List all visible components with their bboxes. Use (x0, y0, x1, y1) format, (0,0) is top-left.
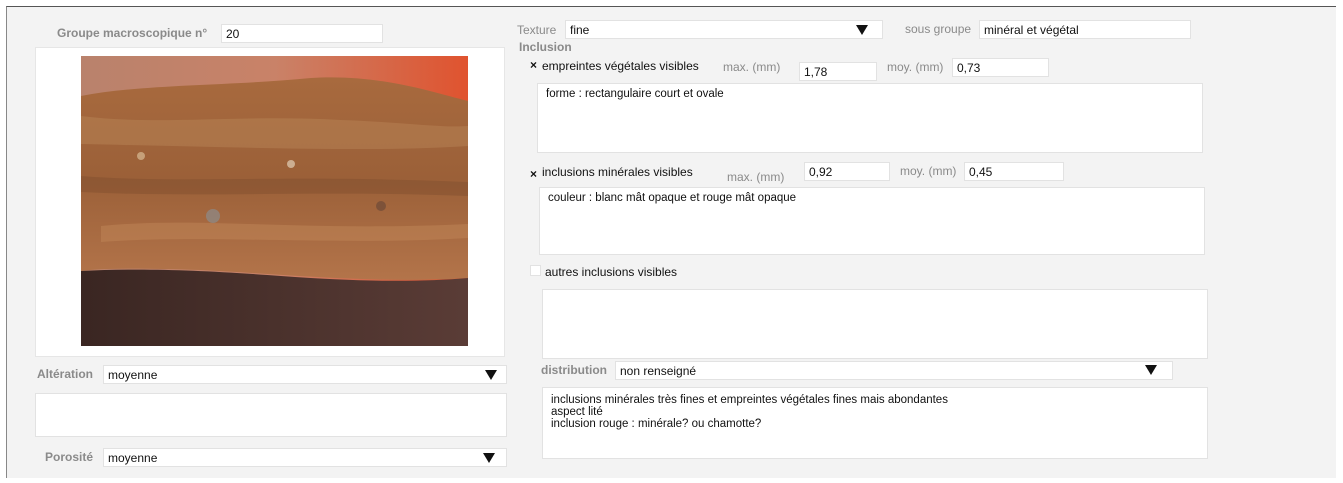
porosite-select[interactable]: moyenne (103, 448, 507, 467)
vegetales-moy-label: moy. (mm) (887, 60, 944, 74)
texture-select[interactable]: fine (565, 20, 883, 39)
autres-notes[interactable] (542, 289, 1208, 359)
vegetales-moy-field[interactable]: 0,73 (952, 58, 1049, 77)
sous-groupe-label: sous groupe (905, 22, 972, 36)
dropdown-arrow-icon[interactable] (856, 25, 868, 35)
vegetales-label: empreintes végétales visibles (542, 59, 699, 73)
minerales-label: inclusions minérales visibles (542, 165, 693, 179)
minerales-max-label: max. (mm) (727, 170, 785, 184)
autres-checkbox[interactable] (530, 265, 541, 276)
dropdown-arrow-icon[interactable] (1145, 365, 1157, 375)
alteration-select[interactable]: moyenne (103, 365, 507, 384)
record-form: Groupe macroscopique n° 20 Altération mo… (6, 6, 1336, 478)
sous-groupe-field[interactable]: minéral et végétal (979, 20, 1191, 39)
distribution-select[interactable]: non renseigné (615, 361, 1173, 380)
dropdown-arrow-icon[interactable] (483, 453, 495, 463)
groupe-field[interactable]: 20 (221, 24, 383, 43)
dropdown-arrow-icon[interactable] (485, 370, 497, 380)
vegetales-max-field[interactable]: 1,78 (799, 62, 877, 81)
alteration-label: Altération (37, 367, 94, 381)
vegetales-max-label: max. (mm) (723, 60, 781, 74)
autres-label: autres inclusions visibles (545, 265, 678, 279)
checkmark-icon[interactable]: × (530, 58, 537, 72)
inclusion-title: Inclusion (519, 40, 572, 54)
commentaire-notes[interactable]: inclusions minérales très fines et empre… (542, 387, 1208, 459)
minerales-moy-label: moy. (mm) (900, 164, 957, 178)
porosite-label: Porosité (45, 450, 94, 464)
minerales-max-field[interactable]: 0,92 (804, 162, 890, 181)
texture-label: Texture (517, 23, 557, 37)
vegetales-notes[interactable]: forme : rectangulaire court et ovale (537, 83, 1203, 153)
sample-photo (81, 56, 468, 346)
minerales-moy-field[interactable]: 0,45 (964, 162, 1064, 181)
checkmark-icon[interactable]: × (530, 167, 537, 181)
alteration-notes[interactable] (35, 393, 507, 437)
distribution-label: distribution (541, 363, 607, 377)
groupe-label: Groupe macroscopique n° (57, 26, 208, 40)
minerales-notes[interactable]: couleur : blanc mât opaque et rouge mât … (539, 187, 1205, 255)
